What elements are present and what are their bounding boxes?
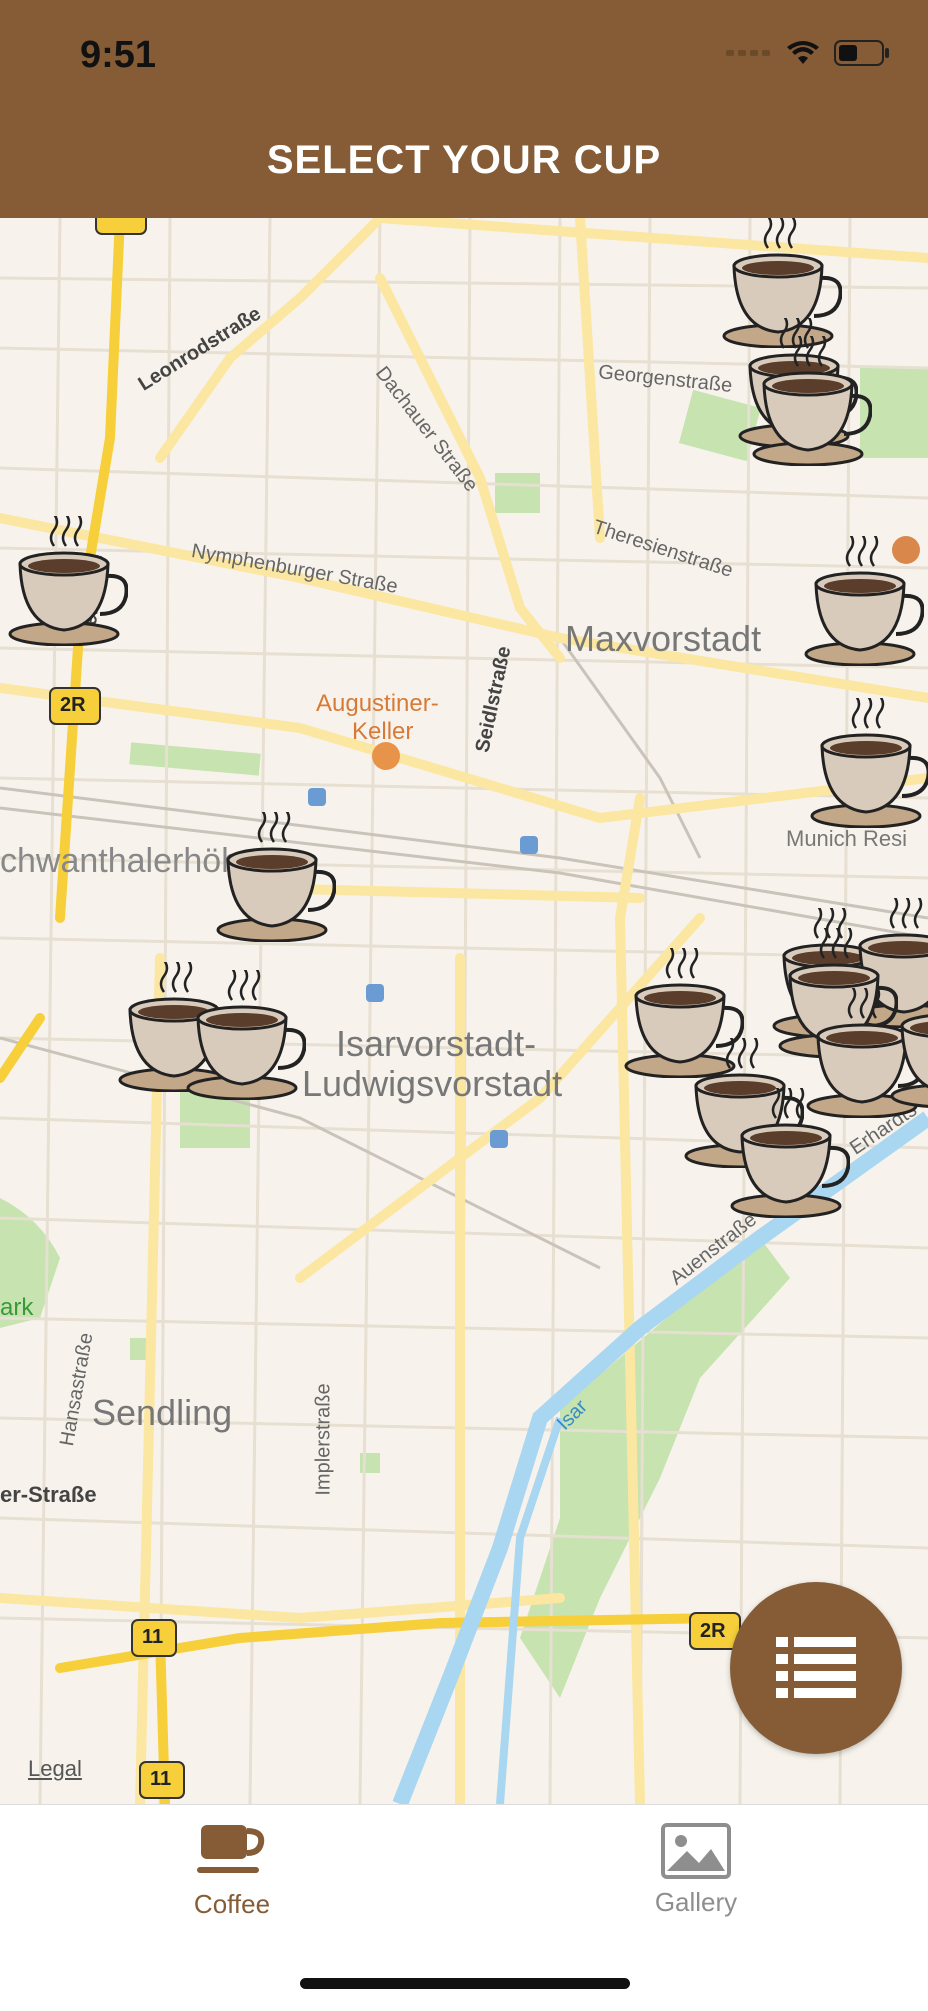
map-label-implerstrasse: Implerstraße bbox=[312, 1383, 335, 1496]
coffee-cup-icon[interactable] bbox=[8, 516, 128, 646]
page-title: SELECT YOUR CUP bbox=[266, 138, 662, 182]
map-label-ark: ark bbox=[0, 1294, 34, 1321]
map-view[interactable]: Maxvorstadt Isarvorstadt- Ludwigsvorstad… bbox=[0, 218, 928, 1804]
coffee-cup-icon[interactable] bbox=[730, 1088, 850, 1218]
gallery-icon bbox=[661, 1823, 731, 1879]
map-label-keller: Keller bbox=[352, 718, 414, 745]
legal-link[interactable]: Legal bbox=[28, 1756, 82, 1782]
home-indicator bbox=[300, 1978, 630, 1989]
tab-coffee[interactable]: Coffee bbox=[0, 1805, 464, 1935]
coffee-cup-icon[interactable] bbox=[186, 970, 306, 1100]
tab-gallery-label: Gallery bbox=[654, 1887, 738, 1917]
map-label-maxvorstadt: Maxvorstadt bbox=[565, 618, 762, 659]
list-button[interactable] bbox=[730, 1582, 902, 1754]
map-label-sendling: Sendling bbox=[92, 1392, 233, 1433]
map-label-munich-resi: Munich Resi bbox=[786, 826, 908, 851]
shield-11-label: 11 bbox=[142, 1626, 164, 1648]
map-label-er-strasse: er-Straße bbox=[0, 1482, 97, 1507]
list-icon bbox=[776, 1637, 856, 1698]
coffee-cup-icon[interactable] bbox=[810, 698, 928, 828]
navigation-header: 9:51 SELECT YOUR CUP bbox=[0, 0, 928, 218]
shield-2r-label: 2R bbox=[700, 1620, 726, 1642]
coffee-cup-icon[interactable] bbox=[752, 336, 872, 466]
cellular-signal-icon bbox=[726, 50, 770, 56]
map-label-isarvorstadt: Isarvorstadt- bbox=[336, 1023, 537, 1064]
battery-icon bbox=[834, 40, 889, 66]
tab-gallery[interactable]: Gallery bbox=[464, 1805, 928, 1935]
tab-coffee-label: Coffee bbox=[193, 1889, 271, 1919]
map-label-augustiner: Augustiner- bbox=[316, 690, 439, 717]
coffee-cup-icon[interactable] bbox=[216, 812, 336, 942]
coffee-cup-icon[interactable] bbox=[804, 536, 924, 666]
status-icons bbox=[726, 40, 890, 66]
shield-11-label: 11 bbox=[150, 1768, 172, 1790]
shield-2r-label: 2R bbox=[60, 694, 86, 716]
map-label-ludwigsvorstadt: Ludwigsvorstadt bbox=[302, 1063, 563, 1104]
wifi-icon bbox=[787, 41, 819, 64]
coffee-cup-icon[interactable] bbox=[890, 978, 928, 1108]
coffee-icon bbox=[197, 1825, 265, 1873]
status-time: 9:51 bbox=[80, 34, 157, 76]
